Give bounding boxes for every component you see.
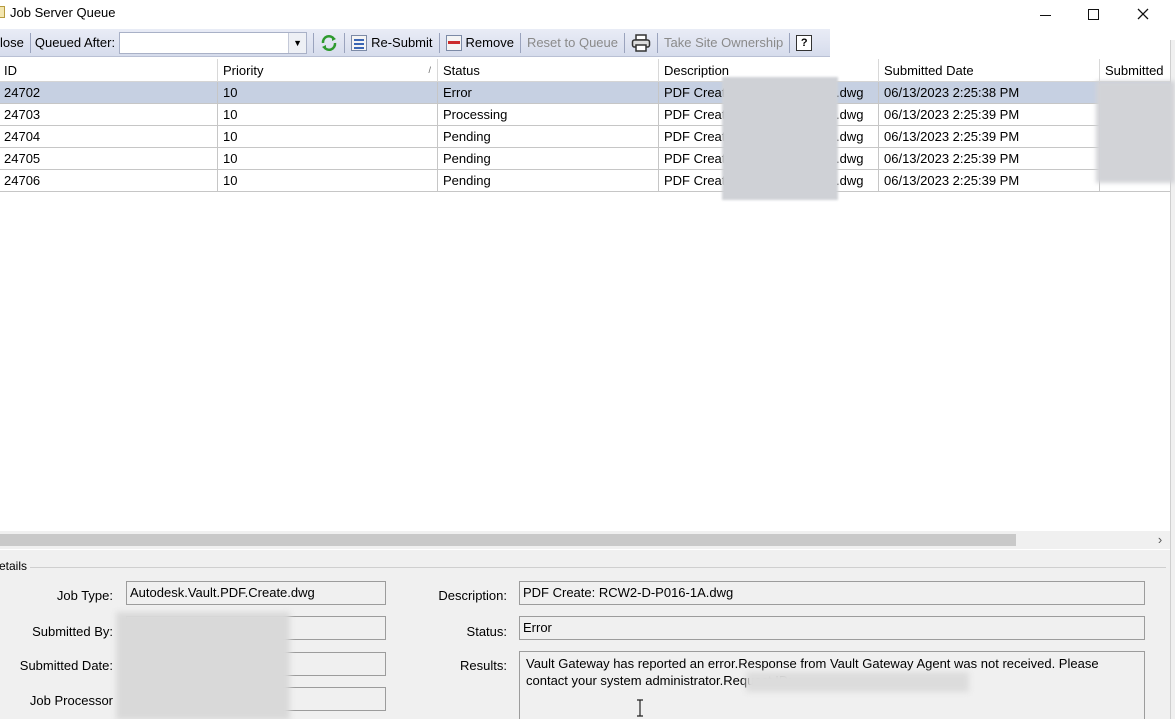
column-header-submitted-date[interactable]: Submitted Date bbox=[879, 59, 1100, 82]
cell-submitted-date: 06/13/2023 2:25:39 PM bbox=[879, 126, 1100, 147]
toolbar-separator bbox=[438, 32, 440, 53]
table-row[interactable]: 24702 10 Error PDF Create .dwg 06/13/2023… bbox=[0, 82, 1170, 104]
cell-description-suffix: .dwg bbox=[836, 85, 864, 100]
cell-status: Processing bbox=[438, 104, 659, 125]
title-bar: Job Server Queue bbox=[0, 0, 1175, 28]
details-group-divider bbox=[30, 567, 1166, 568]
remove-icon bbox=[445, 34, 462, 51]
table-row[interactable]: 24705 10 Pending PDF Create .dwg 06/13/20… bbox=[0, 148, 1170, 170]
minimize-icon bbox=[1039, 14, 1051, 16]
resubmit-label: Re-Submit bbox=[371, 35, 433, 50]
table-row[interactable]: 24704 10 Pending PDF Create .dwg 06/13/20… bbox=[0, 126, 1170, 148]
window-title: Job Server Queue bbox=[10, 5, 116, 20]
results-label: Results: bbox=[460, 658, 507, 673]
cell-submitted-date: 06/13/2023 2:25:39 PM bbox=[879, 104, 1100, 125]
cell-priority: 10 bbox=[218, 104, 438, 125]
horizontal-scrollbar[interactable]: › bbox=[0, 531, 1170, 549]
cell-status: Error bbox=[438, 82, 659, 103]
job-queue-grid: ID Priority / Status Description Submitt… bbox=[0, 59, 1170, 549]
details-group-label: etails bbox=[0, 559, 28, 573]
cell-priority: 10 bbox=[218, 170, 438, 191]
take-site-ownership-label: Take Site Ownership bbox=[664, 35, 784, 50]
take-site-ownership-button[interactable]: Take Site Ownership bbox=[660, 32, 787, 54]
help-icon: ? bbox=[796, 34, 813, 51]
cell-description-suffix: .dwg bbox=[836, 173, 864, 188]
reset-to-queue-button[interactable]: Reset to Queue bbox=[523, 32, 622, 54]
cell-id: 24705 bbox=[0, 148, 218, 169]
printer-icon bbox=[631, 33, 651, 52]
app-icon bbox=[0, 6, 5, 18]
reset-to-queue-label: Reset to Queue bbox=[526, 35, 618, 50]
submitted-by-label: Submitted By: bbox=[32, 624, 113, 639]
scroll-right-arrow-icon[interactable]: › bbox=[1154, 531, 1166, 549]
maximize-button[interactable] bbox=[1070, 0, 1116, 28]
redacted-submitter-info bbox=[116, 612, 290, 719]
maximize-icon bbox=[1087, 8, 1099, 20]
table-row[interactable]: 24703 10 Processing PDF Create .dwg 06/13… bbox=[0, 104, 1170, 126]
details-panel: etails Job Type: Autodesk.Vault.PDF.Crea… bbox=[0, 550, 1170, 719]
job-type-field[interactable]: Autodesk.Vault.PDF.Create.dwg bbox=[126, 581, 386, 605]
cell-id: 24704 bbox=[0, 126, 218, 147]
grid-header: ID Priority / Status Description Submitt… bbox=[0, 59, 1170, 82]
refresh-icon bbox=[321, 34, 337, 51]
cell-id: 24706 bbox=[0, 170, 218, 191]
cell-priority: 10 bbox=[218, 82, 438, 103]
toolbar-separator bbox=[344, 32, 346, 53]
cell-priority: 10 bbox=[218, 148, 438, 169]
remove-label: Remove bbox=[465, 35, 514, 50]
redacted-submitted-by-block bbox=[1096, 81, 1175, 183]
status-field[interactable]: Error bbox=[519, 616, 1145, 640]
cell-description-suffix: .dwg bbox=[836, 151, 864, 166]
column-header-submitted-by[interactable]: Submitted bbox=[1100, 59, 1170, 82]
cell-status: Pending bbox=[438, 170, 659, 191]
table-row[interactable]: 24706 10 Pending PDF Create .dwg 06/13/20… bbox=[0, 170, 1170, 192]
cell-submitted-date: 06/13/2023 2:25:38 PM bbox=[879, 82, 1100, 103]
column-header-id[interactable]: ID bbox=[0, 59, 218, 82]
queued-after-label: Queued After: bbox=[34, 35, 116, 50]
toolbar-separator bbox=[657, 32, 658, 53]
minimize-button[interactable] bbox=[1022, 0, 1068, 28]
remove-button[interactable]: Remove bbox=[442, 32, 518, 54]
sort-indicator-icon: / bbox=[428, 65, 431, 75]
description-field[interactable]: PDF Create: RCW2-D-P016-1A.dwg bbox=[519, 581, 1145, 605]
toolbar-separator bbox=[29, 32, 31, 53]
help-button[interactable]: ? bbox=[792, 32, 816, 54]
job-type-label: Job Type: bbox=[56, 588, 113, 603]
close-button[interactable]: lose bbox=[0, 32, 28, 54]
status-label: Status: bbox=[466, 624, 507, 639]
resubmit-icon bbox=[351, 34, 368, 51]
description-label: Description: bbox=[438, 588, 507, 603]
chevron-down-icon[interactable]: ▼ bbox=[288, 32, 307, 53]
toolbar-separator bbox=[789, 32, 791, 53]
column-header-status[interactable]: Status bbox=[438, 59, 659, 82]
column-header-priority-label: Priority bbox=[223, 63, 264, 78]
cell-description-suffix: .dwg bbox=[836, 129, 864, 144]
redacted-request-id bbox=[746, 672, 969, 692]
toolbar-separator bbox=[313, 32, 315, 53]
cell-status: Pending bbox=[438, 148, 659, 169]
submitted-date-label: Submitted Date: bbox=[19, 658, 113, 673]
close-icon bbox=[1137, 8, 1149, 20]
redacted-description-block bbox=[722, 77, 838, 200]
cell-submitted-date: 06/13/2023 2:25:39 PM bbox=[879, 170, 1100, 191]
close-window-button[interactable] bbox=[1120, 0, 1166, 28]
column-header-priority[interactable]: Priority / bbox=[218, 59, 438, 82]
toolbar: lose Queued After: ▼ Re-Submit Remove Re… bbox=[0, 29, 830, 57]
toolbar-separator bbox=[624, 32, 625, 53]
cell-submitted-date: 06/13/2023 2:25:39 PM bbox=[879, 148, 1100, 169]
close-button-label: lose bbox=[0, 35, 24, 50]
refresh-button[interactable] bbox=[316, 32, 342, 54]
scrollbar-thumb[interactable] bbox=[0, 534, 1016, 546]
resubmit-button[interactable]: Re-Submit bbox=[347, 32, 436, 54]
cell-description-suffix: .dwg bbox=[836, 107, 864, 122]
cell-status: Pending bbox=[438, 126, 659, 147]
job-processor-label: Job Processor bbox=[29, 693, 113, 708]
queued-after-dropdown[interactable]: ▼ bbox=[119, 31, 308, 54]
text-cursor-icon bbox=[637, 699, 643, 717]
print-button[interactable] bbox=[627, 32, 655, 54]
cell-id: 24703 bbox=[0, 104, 218, 125]
cell-id: 24702 bbox=[0, 82, 218, 103]
toolbar-separator bbox=[519, 32, 521, 53]
cell-priority: 10 bbox=[218, 126, 438, 147]
